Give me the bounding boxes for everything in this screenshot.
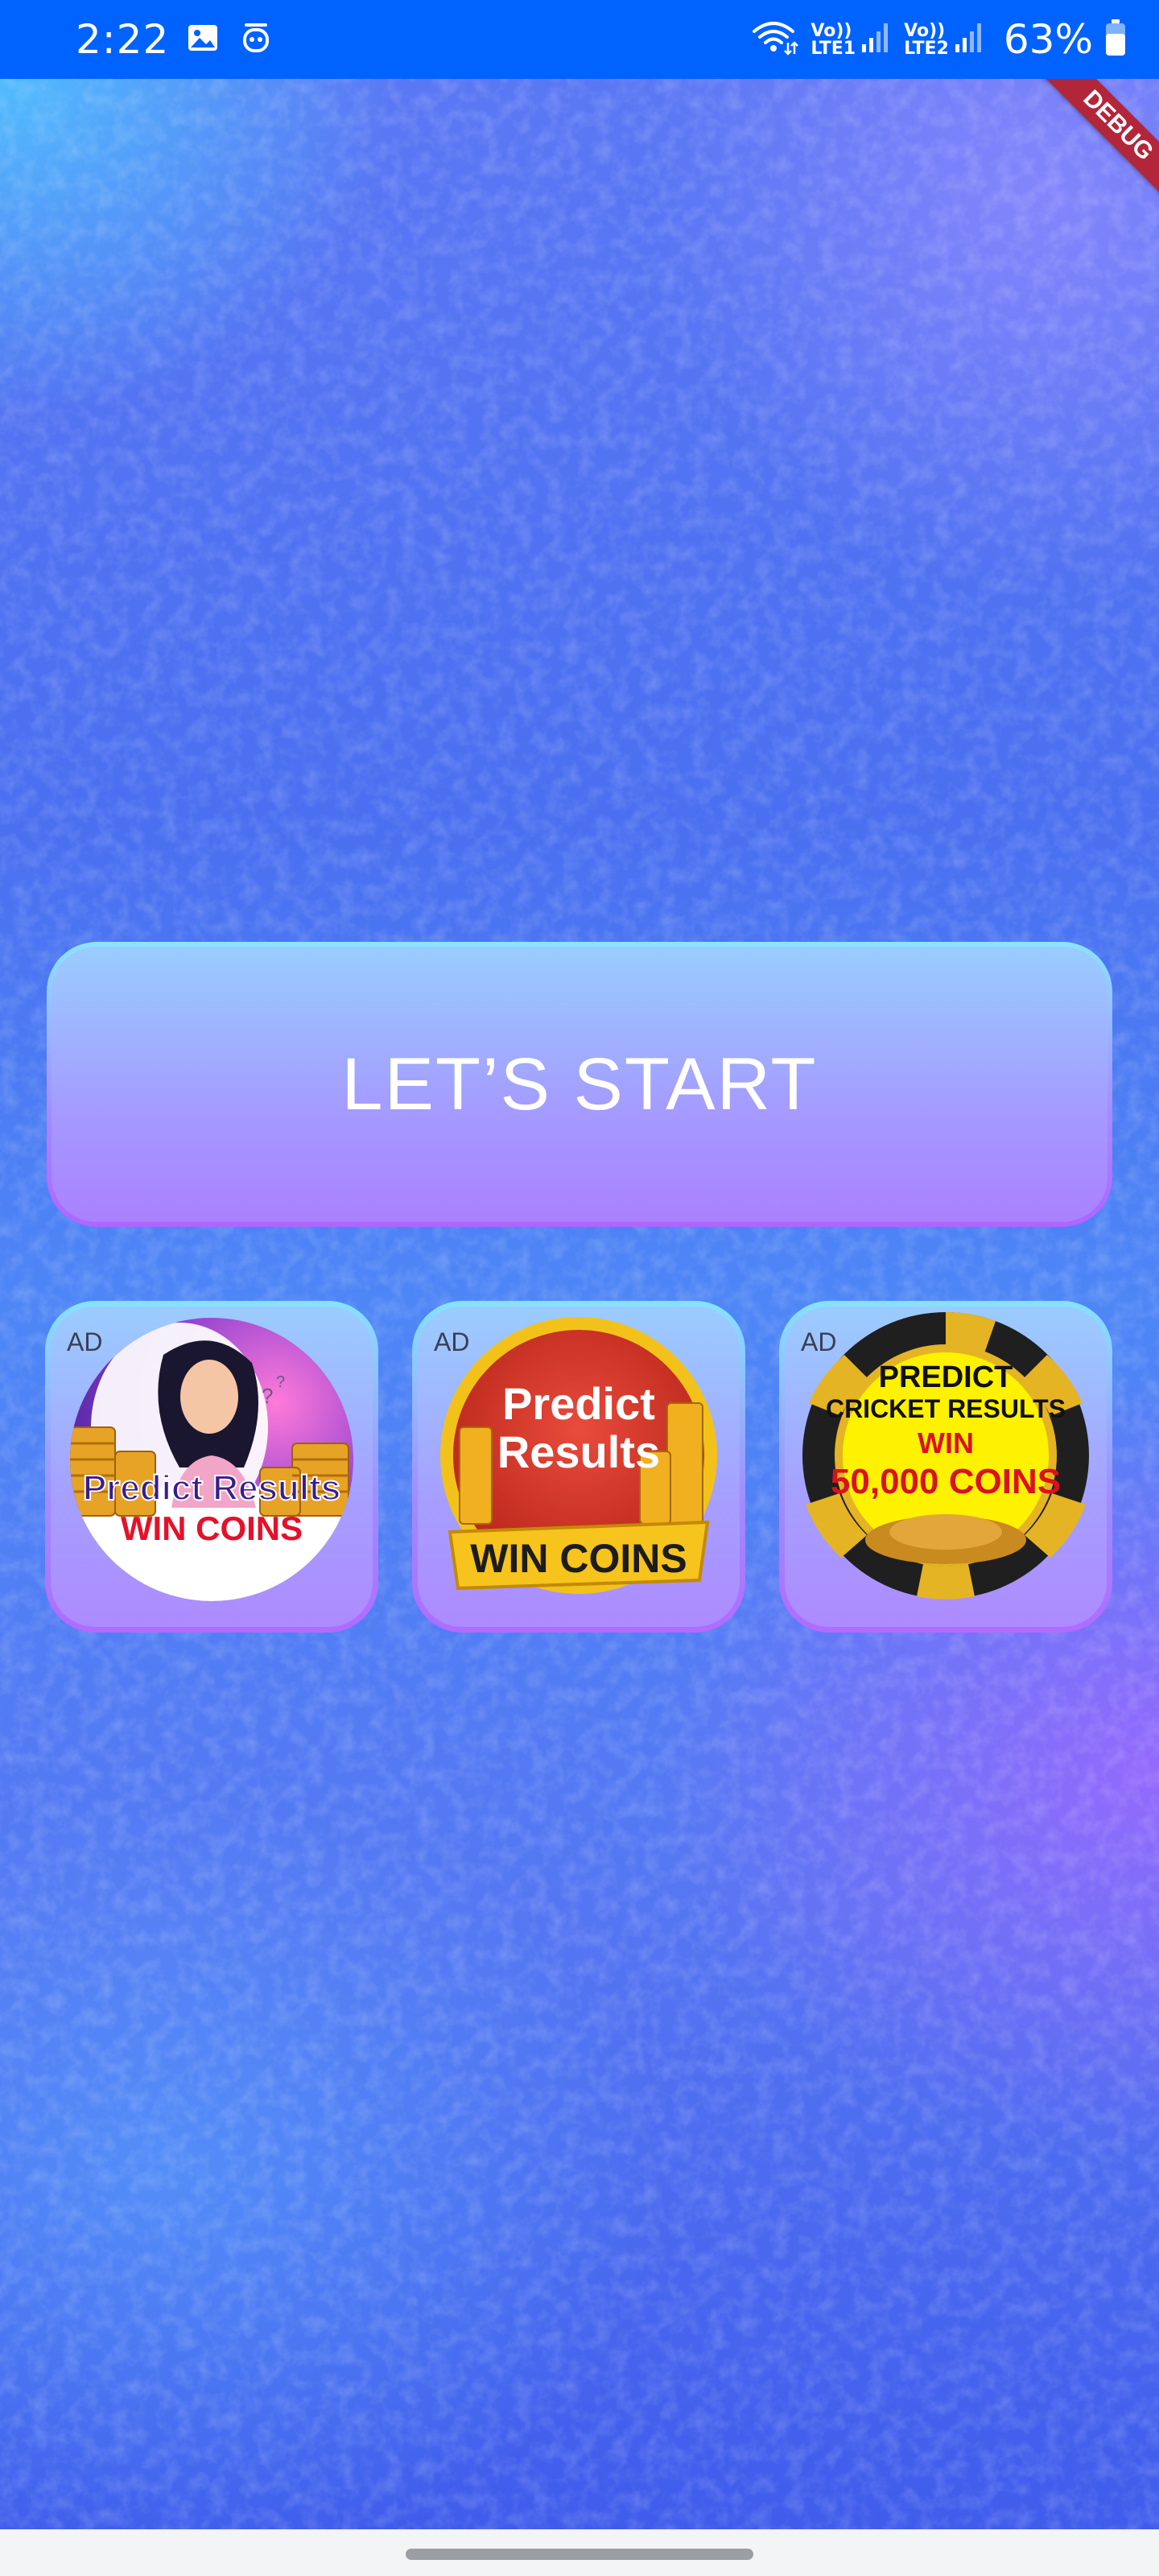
- ad3-line3: WIN: [918, 1426, 974, 1459]
- home-gesture-handle[interactable]: [406, 2549, 753, 2560]
- signal-icon: [954, 22, 986, 58]
- status-time: 2:22: [76, 16, 170, 63]
- ad2-line1: Predict: [502, 1378, 655, 1429]
- battery-icon: [1104, 19, 1127, 60]
- sim1-network-label: LTE1: [810, 38, 856, 59]
- ad3-line2: CRICKET RESULTS: [826, 1394, 1066, 1423]
- status-bar: 2:22 Vo)) LTE1 Vo)) LTE2 63%: [0, 0, 1159, 79]
- lets-start-label: LET’S START: [341, 1042, 818, 1125]
- ad-label: AD: [434, 1327, 470, 1356]
- ad2-line3: WIN COINS: [470, 1536, 687, 1581]
- battery-percent: 63%: [1003, 16, 1093, 63]
- svg-text:?: ?: [262, 1384, 273, 1408]
- svg-text:?: ?: [276, 1373, 285, 1391]
- ad2-line2: Results: [497, 1426, 660, 1477]
- ad-tile-predict-cricket[interactable]: PREDICT CRICKET RESULTS WIN 50,000 COINS…: [779, 1301, 1112, 1633]
- assistant-icon: [241, 20, 270, 60]
- debug-banner: DEBUG: [1040, 79, 1159, 204]
- ad-label: AD: [801, 1327, 837, 1356]
- wifi-icon: [751, 19, 799, 61]
- ad3-line4: 50,000 COINS: [831, 1462, 1061, 1501]
- lets-start-button[interactable]: LET’S START: [47, 942, 1112, 1227]
- ad-tile-predict-results-coins[interactable]: Predict Results WIN COINS AD: [412, 1301, 745, 1633]
- sim1-volte-label: Vo)): [810, 20, 852, 41]
- ad1-line1: Predict Results: [83, 1468, 340, 1508]
- ad-label: AD: [67, 1327, 103, 1356]
- ad1-line2: WIN COINS: [121, 1509, 303, 1547]
- gallery-icon: [187, 22, 219, 58]
- sim2-volte-label: Vo)): [904, 20, 946, 41]
- ad-tile-predict-results[interactable]: ? ? Predict Results WIN COINS AD: [45, 1301, 378, 1633]
- ad3-line1: PREDICT: [879, 1360, 1013, 1394]
- navigation-bar: [0, 2529, 1159, 2576]
- app-background: DEBUG LET’S START ? ? Predict Results WI…: [0, 79, 1159, 2529]
- sim2-network-label: LTE2: [904, 38, 949, 59]
- signal-icon: [860, 22, 893, 58]
